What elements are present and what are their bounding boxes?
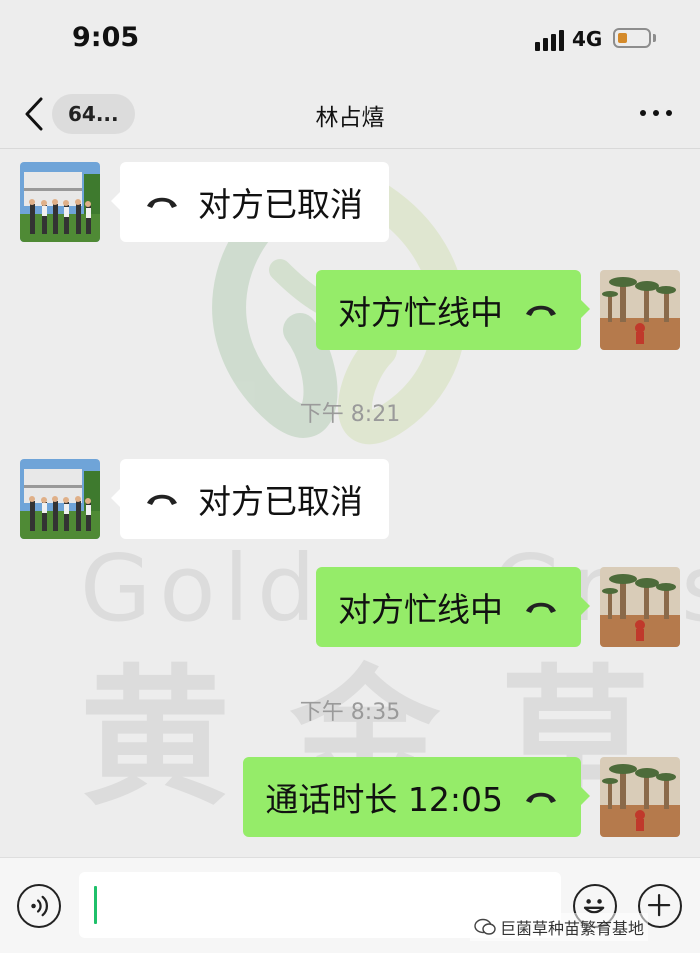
phone-hangup-icon (526, 602, 556, 613)
status-bar: 9:05 4G (0, 0, 700, 80)
phone-hangup-icon (147, 494, 177, 505)
network-type: 4G (572, 27, 603, 51)
phone-hangup-icon (526, 792, 556, 803)
battery-level (618, 33, 627, 43)
my-avatar[interactable] (600, 567, 680, 647)
nav-bar: 64... 林占熺 (0, 80, 700, 149)
voice-icon[interactable] (17, 884, 61, 928)
message-text: 通话时长 12:05 (265, 780, 503, 819)
incoming-message-bubble[interactable]: 对方已取消 (111, 459, 389, 539)
outgoing-message-bubble[interactable]: 对方忙线中 (316, 567, 590, 647)
more-icon[interactable] (636, 110, 676, 120)
signal-icon (535, 29, 565, 51)
incoming-message-bubble[interactable]: 对方已取消 (111, 162, 389, 242)
my-avatar[interactable] (600, 757, 680, 837)
contact-avatar[interactable] (20, 459, 100, 539)
battery-cap (653, 34, 656, 42)
status-time: 9:05 (72, 22, 140, 53)
message-text: 对方忙线中 (338, 590, 503, 629)
chat-title: 林占熺 (315, 105, 385, 131)
message-text: 对方忙线中 (338, 293, 503, 332)
phone-hangup-icon (526, 305, 556, 316)
contact-avatar[interactable] (20, 162, 100, 242)
phone-hangup-icon (147, 197, 177, 208)
message-timestamp: 下午 8:21 (299, 402, 401, 427)
account-name: 巨菌草种苗繁育基地 (500, 919, 645, 938)
outgoing-message-bubble[interactable]: 通话时长 12:05 (243, 757, 590, 837)
account-watermark: 巨菌草种苗繁育基地 (470, 913, 649, 941)
message-text: 对方已取消 (198, 482, 363, 521)
text-caret (94, 886, 97, 924)
message-text: 对方已取消 (198, 185, 363, 224)
outgoing-message-bubble[interactable]: 对方忙线中 (316, 270, 590, 350)
wechat-icon (474, 918, 496, 935)
message-timestamp: 下午 8:35 (299, 700, 401, 725)
my-avatar[interactable] (600, 270, 680, 350)
input-bar: 巨菌草种苗繁育基地 (0, 857, 700, 953)
battery-icon (613, 28, 651, 48)
